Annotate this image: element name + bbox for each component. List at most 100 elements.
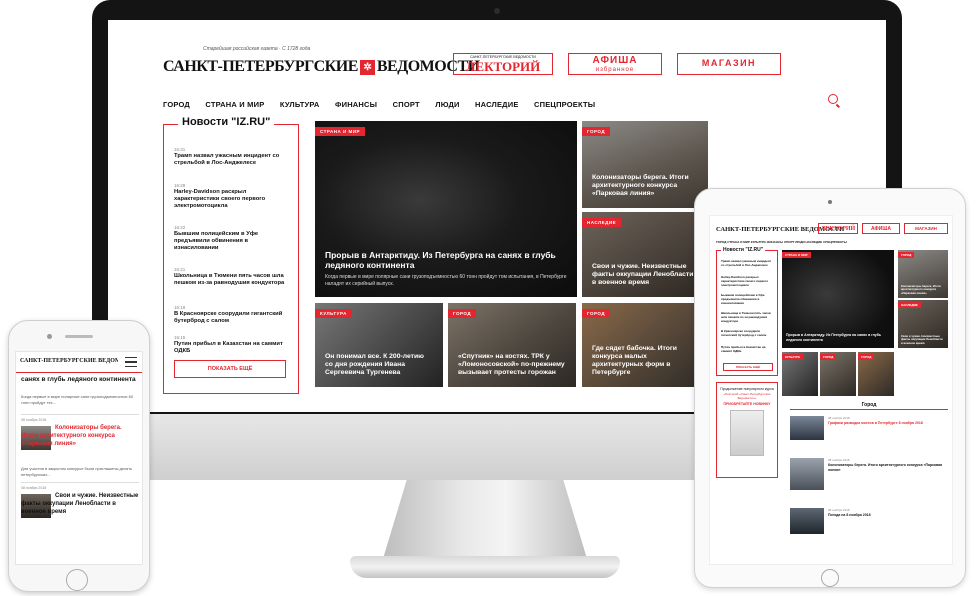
tablet-list-title[interactable]: Колонизаторы берега. Итоги архитектурног… [828, 463, 948, 472]
tablet-section-title: Город [790, 402, 948, 410]
show-more-button[interactable]: ПОКАЗАТЬ ЕЩЁ [174, 360, 286, 378]
phone-article-desc: Когда первые в мире полярные сани грузоп… [21, 394, 134, 405]
tablet-news-item[interactable]: В Красноярске соорудили гигантский бутер… [721, 329, 775, 337]
monitor-camera [494, 8, 500, 14]
tablet-nav-item[interactable]: СПОРТ [784, 240, 794, 244]
article-card[interactable]: НАСЛЕДИЕ Свои и чужие. Неизвестные факты… [582, 212, 708, 297]
article-card[interactable]: ГОРОД «Спутник» на костях. ТРК у «Ломоно… [448, 303, 576, 387]
shop-button[interactable]: МАГАЗИН [677, 53, 781, 75]
tablet-show-more-button[interactable]: ПОКАЗАТЬ ЕЩЁ [723, 363, 773, 371]
news-item[interactable]: 16:22 Бывшим полицейским в Уфе предъявили… [174, 225, 290, 252]
nav-item-city[interactable]: ГОРОД [163, 100, 190, 109]
tablet-article-card[interactable]: ГОРОД [858, 352, 894, 396]
phone-screen: САНКТ-ПЕТЕРБУРГСКИЕ ВЕДОМОСТИ санях в гл… [15, 351, 143, 565]
news-item[interactable]: 16:19 В Красноярске соорудили гигантский … [174, 305, 290, 325]
article-title: Прорыв в Антарктиду. Из Петербурга на са… [325, 250, 556, 270]
tablet-lektory-button[interactable]: ЛЕКТОРИЙ [818, 223, 858, 234]
phone-divider [21, 414, 139, 415]
tablet-camera [828, 200, 832, 204]
phone-item-date: 08 ноября 2018 [21, 486, 47, 490]
logo-text: САНКТ-ПЕТЕРБУРГСКИЕ ✲ ВЕДОМОСТИ [163, 58, 480, 75]
lektory-button[interactable]: САНКТ-ПЕТЕРБУРГСКИЕ ВЕДОМОСТИ ЛЕКТОРИЙ [453, 53, 553, 75]
tablet-nav-item[interactable]: НАСЛЕДИЕ [806, 240, 823, 244]
article-title: Прорыв в Антарктиду. Из Петербурга на са… [786, 333, 882, 342]
promo-button[interactable]: ПРИОБРЕТАЙТЕ НОВИНКУ [717, 402, 777, 407]
tablet-afisha-button[interactable]: АФИША [862, 223, 900, 234]
tablet-device: САНКТ-ПЕТЕРБУРГСКИЕ ВЕДОМОСТИ ЛЕКТОРИЙ А… [694, 188, 966, 588]
phone-item-title[interactable]: Колонизаторы берега. Итоги архитектурног… [21, 424, 139, 448]
article-tag: ГОРОД [582, 127, 611, 136]
nav-item-heritage[interactable]: НАСЛЕДИЕ [475, 100, 518, 109]
article-card[interactable]: КУЛЬТУРА Он понимал все. К 200-летию со … [315, 303, 443, 387]
tablet-news-item[interactable]: Harley-Davidson раскрыл характеристики с… [721, 275, 775, 287]
tablet-main-article[interactable]: СТРАНА И МИР Прорыв в Антарктиду. Из Пет… [782, 250, 894, 348]
news-item[interactable]: 16:31 Трамп назвал ужасным инцидент со ст… [174, 147, 290, 167]
phone-item-date: 08 ноября 2018 [21, 418, 47, 422]
tablet-shop-button[interactable]: МАГАЗИН [904, 223, 948, 234]
tablet-article-card[interactable]: ГОРОД Колонизаторы берега. Итоги архитек… [898, 250, 948, 298]
article-tag: ГОРОД [820, 354, 837, 360]
tablet-news-item[interactable]: Школьница в Тюмени пять часов шла пешком… [721, 311, 775, 323]
article-card[interactable]: ГОРОД Колонизаторы берега. Итоги архитек… [582, 121, 708, 208]
tablet-news-feed: Новости "IZ.RU" Трамп назвал ужасным инц… [716, 247, 778, 376]
news-headline: Трамп назвал ужасным инцидент со стрельб… [174, 153, 280, 166]
news-headline: Школьница в Тюмени пять часов шла пешком… [174, 273, 285, 286]
tablet-nav-item[interactable]: СПЕЦПРОЕКТЫ [823, 240, 847, 244]
nav-item-people[interactable]: ЛЮДИ [435, 100, 459, 109]
news-item[interactable]: 16:28 Harley-Davidson раскрыл характерист… [174, 183, 290, 210]
article-tag: НАСЛЕДИЕ [582, 218, 622, 227]
nav-item-culture[interactable]: КУЛЬТУРА [280, 100, 320, 109]
tablet-nav-item[interactable]: ЛЮДИ [795, 240, 804, 244]
afisha-button[interactable]: АФИША избранное [568, 53, 662, 75]
tablet-list-title[interactable]: Графики разводки мостов в Петербурге 8 н… [828, 421, 948, 426]
tablet-news-title: Новости "IZ.RU" [721, 247, 766, 253]
phone-device: САНКТ-ПЕТЕРБУРГСКИЕ ВЕДОМОСТИ санях в гл… [8, 320, 150, 592]
article-tag: ГОРОД [582, 309, 611, 318]
tablet-news-item[interactable]: Бывшим полицейским в Уфе предъявили обви… [721, 293, 775, 305]
news-item[interactable]: 16:21 Школьница в Тюмени пять часов шла п… [174, 267, 290, 287]
hamburger-menu-icon[interactable] [125, 357, 137, 367]
news-headline: Бывшим полицейским в Уфе предъявили обви… [174, 231, 259, 251]
tablet-home-button[interactable] [821, 569, 839, 587]
article-card[interactable]: ГОРОД Где сядет бабочка. Итоги конкурса … [582, 303, 708, 387]
promo-title: Продолжение популярного курса [720, 387, 774, 391]
search-icon[interactable] [828, 94, 838, 104]
tablet-list-date: 08 ноября 2018 [828, 458, 850, 462]
nav-item-country-world[interactable]: СТРАНА И МИР [205, 100, 264, 109]
tablet-news-item[interactable]: Трамп назвал ужасным инцидент со стрельб… [721, 259, 775, 267]
tablet-article-card[interactable]: ГОРОД [820, 352, 856, 396]
phone-speaker [65, 335, 93, 338]
article-desc: Когда первые в мире полярные сани грузоп… [325, 274, 567, 287]
tablet-article-card[interactable]: НАСЛЕДИЕ Свои и чужие. Неизвестные факты… [898, 300, 948, 348]
article-title: Он понимал все. К 200-летию со дня рожде… [325, 353, 424, 376]
site-logo[interactable]: САНКТ-ПЕТЕРБУРГСКИЕ ✲ ВЕДОМОСТИ [163, 58, 480, 76]
phone-article-title[interactable]: санях в глубь ледяного континента [21, 376, 139, 384]
main-article-card[interactable]: СТРАНА И МИР Прорыв в Антарктиду. Из Пет… [315, 121, 577, 297]
tablet-list-title[interactable]: Погода на 8 ноября 2018 [828, 513, 948, 518]
monitor-stand [382, 480, 588, 562]
news-headline: Harley-Davidson раскрыл характеристики с… [174, 189, 266, 209]
phone-logo[interactable]: САНКТ-ПЕТЕРБУРГСКИЕ ВЕДОМОСТИ [20, 358, 118, 364]
tablet-list-date: 08 ноября 2018 [828, 416, 850, 420]
article-title: Свои и чужие. Неизвестные факты оккупаци… [901, 333, 943, 345]
article-tag: ГОРОД [858, 354, 875, 360]
phone-home-button[interactable] [66, 569, 88, 591]
nav-item-special[interactable]: СПЕЦПРОЕКТЫ [534, 100, 595, 109]
monitor-base [350, 556, 620, 578]
phone-item-title[interactable]: Свои и чужие. Неизвестные факты оккупаци… [21, 492, 139, 516]
tablet-nav-item[interactable]: СТРАНА И МИР [727, 240, 750, 244]
article-title: «Спутник» на костях. ТРК у «Ломоносовско… [458, 353, 565, 376]
site-header: Старейшая российская газета · С 1728 год… [163, 46, 838, 86]
article-title: Колонизаторы берега. Итоги архитектурног… [901, 283, 941, 295]
news-item[interactable]: 16:15 Путин прибыл в Казахстан на саммит … [174, 335, 290, 355]
tablet-article-card[interactable]: КУЛЬТУРА [782, 352, 818, 396]
tablet-nav-item[interactable]: ФИНАНСЫ [767, 240, 783, 244]
tablet-nav-item[interactable]: ГОРОД [716, 240, 726, 244]
nav-item-sport[interactable]: СПОРТ [393, 100, 420, 109]
tablet-nav-item[interactable]: КУЛЬТУРА [751, 240, 766, 244]
logo-tagline: Старейшая российская газета · С 1728 год… [203, 46, 311, 52]
tablet-news-item[interactable]: Путин прибыл в Казахстан на саммит ОДКБ [721, 345, 775, 353]
nav-item-finance[interactable]: ФИНАНСЫ [335, 100, 377, 109]
afisha-sublabel: избранное [595, 67, 635, 73]
shop-label: МАГАЗИН [701, 58, 757, 68]
